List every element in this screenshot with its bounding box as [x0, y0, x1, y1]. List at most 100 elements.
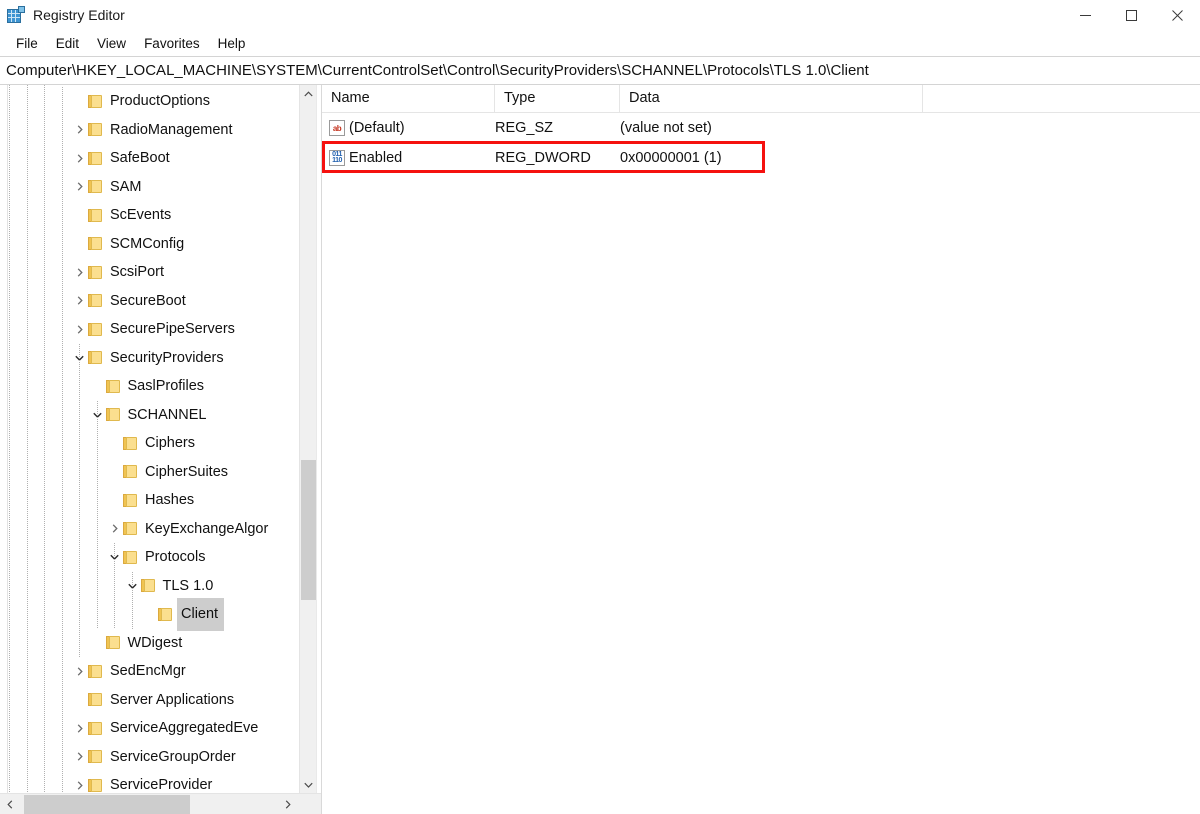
tree-item-wdigest[interactable]: WDigest	[0, 629, 321, 658]
tree-guide-line	[44, 85, 45, 793]
value-name: (Default)	[349, 120, 405, 136]
value-type-cell: REG_SZ	[495, 119, 620, 137]
scroll-down-button[interactable]	[300, 776, 316, 793]
value-data-cell: 0x00000001 (1)	[620, 149, 1200, 167]
maximize-button[interactable]	[1108, 0, 1154, 31]
tree-item-label: SaslProfiles	[128, 372, 205, 400]
minimize-button[interactable]	[1062, 0, 1108, 31]
window-controls	[1062, 0, 1200, 31]
tree-item-scmconfig[interactable]: SCMConfig	[0, 230, 321, 259]
title-bar: Registry Editor	[0, 0, 1200, 31]
tree-hscroll-thumb[interactable]	[24, 795, 190, 814]
folder-icon	[88, 208, 103, 223]
chevron-left-icon	[7, 800, 13, 809]
tree-item-ciphersuites[interactable]: CipherSuites	[0, 458, 321, 487]
dword-value-icon: 011110	[329, 150, 345, 166]
scroll-up-button[interactable]	[300, 85, 316, 102]
menu-help[interactable]: Help	[209, 33, 255, 54]
tree-item-securityproviders[interactable]: SecurityProviders	[0, 344, 321, 373]
close-button[interactable]	[1154, 0, 1200, 31]
folder-icon	[88, 778, 103, 793]
value-row[interactable]: 011110EnabledREG_DWORD 0x00000001 (1)	[322, 143, 1200, 173]
value-type-cell: REG_DWORD	[495, 149, 620, 167]
tree-item-label: SecurePipeServers	[110, 315, 235, 343]
tree-item-productoptions[interactable]: ProductOptions	[0, 87, 321, 116]
tree-item-label: ServiceGroupOrder	[110, 743, 236, 771]
value-type: REG_DWORD	[495, 150, 591, 166]
tree-item-serviceprovider[interactable]: ServiceProvider	[0, 771, 321, 793]
menu-view[interactable]: View	[88, 33, 135, 54]
registry-editor-window: Registry Editor File Edit Vi	[0, 0, 1200, 814]
tree-item-servicegrouporder[interactable]: ServiceGroupOrder	[0, 743, 321, 772]
expand-toggle[interactable]	[106, 524, 123, 533]
expand-toggle[interactable]	[71, 268, 88, 277]
tree-item-label: WDigest	[128, 629, 183, 657]
values-column-header: Name Type Data	[322, 85, 1200, 113]
main-content: ProductOptionsRadioManagementSafeBootSAM…	[0, 85, 1200, 814]
tree-item-label: Hashes	[145, 486, 194, 514]
tree-item-sedencmgr[interactable]: SedEncMgr	[0, 657, 321, 686]
tree-item-scsiport[interactable]: ScsiPort	[0, 258, 321, 287]
registry-tree-pane: ProductOptionsRadioManagementSafeBootSAM…	[0, 85, 322, 814]
menu-edit[interactable]: Edit	[47, 33, 88, 54]
expand-toggle[interactable]	[71, 154, 88, 163]
registry-values-pane: Name Type Data ab (Default) REG_SZ(value n…	[322, 85, 1200, 814]
tree-item-securepipeservers[interactable]: SecurePipeServers	[0, 315, 321, 344]
scroll-left-button[interactable]	[0, 794, 19, 814]
tree-item-protocols[interactable]: Protocols	[0, 543, 321, 572]
value-data: (value not set)	[620, 120, 712, 136]
column-header-data[interactable]: Data	[620, 85, 923, 112]
scroll-right-button[interactable]	[278, 794, 297, 814]
menu-favorites[interactable]: Favorites	[135, 33, 209, 54]
value-name-cell: 011110Enabled	[322, 150, 495, 166]
tree-item-sam[interactable]: SAM	[0, 173, 321, 202]
tree-item-secureboot[interactable]: SecureBoot	[0, 287, 321, 316]
registry-tree: ProductOptionsRadioManagementSafeBootSAM…	[0, 85, 321, 793]
tree-scroll-region: ProductOptionsRadioManagementSafeBootSAM…	[0, 85, 321, 793]
tree-item-client[interactable]: Client	[0, 600, 321, 629]
expand-toggle[interactable]	[71, 667, 88, 676]
window-title: Registry Editor	[33, 0, 125, 31]
dword-icon-glyph-bottom: 110	[332, 158, 342, 164]
expand-toggle[interactable]	[71, 296, 88, 305]
expand-toggle[interactable]	[71, 325, 88, 334]
registry-editor-icon	[7, 7, 24, 24]
chevron-right-icon	[77, 667, 83, 676]
tree-guide-line	[27, 85, 28, 793]
chevron-right-icon	[77, 724, 83, 733]
string-icon-glyph: ab	[333, 125, 341, 132]
tree-item-hashes[interactable]: Hashes	[0, 486, 321, 515]
tree-vertical-scrollbar[interactable]	[299, 85, 316, 793]
expand-toggle[interactable]	[71, 781, 88, 790]
menu-file[interactable]: File	[7, 33, 47, 54]
tree-item-label: ServiceAggregatedEve	[110, 714, 258, 742]
tree-item-radiomanagement[interactable]: RadioManagement	[0, 116, 321, 145]
tree-item-safeboot[interactable]: SafeBoot	[0, 144, 321, 173]
folder-icon	[123, 550, 138, 565]
tree-guide-line	[114, 543, 115, 629]
tree-item-schannel[interactable]: SCHANNEL	[0, 401, 321, 430]
chevron-right-icon	[77, 125, 83, 134]
tree-guide-line	[9, 85, 10, 793]
column-header-type[interactable]: Type	[495, 85, 620, 112]
column-header-name[interactable]: Name	[322, 85, 495, 112]
tree-item-label: Protocols	[145, 543, 205, 571]
tree-item-label: Ciphers	[145, 429, 195, 457]
folder-icon	[88, 749, 103, 764]
tree-scroll-thumb[interactable]	[301, 460, 316, 600]
tree-item-ciphers[interactable]: Ciphers	[0, 429, 321, 458]
expand-toggle[interactable]	[71, 182, 88, 191]
expand-toggle[interactable]	[71, 752, 88, 761]
menu-bar: File Edit View Favorites Help	[0, 31, 1200, 56]
value-row[interactable]: ab (Default) REG_SZ(value not set)	[322, 113, 1200, 143]
tree-item-keyexchangealgor[interactable]: KeyExchangeAlgor	[0, 515, 321, 544]
expand-toggle[interactable]	[71, 724, 88, 733]
address-bar[interactable]: Computer\HKEY_LOCAL_MACHINE\SYSTEM\Curre…	[0, 56, 1200, 85]
expand-toggle[interactable]	[71, 125, 88, 134]
tree-item-tls-1-0[interactable]: TLS 1.0	[0, 572, 321, 601]
tree-item-server-applications[interactable]: Server Applications	[0, 686, 321, 715]
tree-item-saslprofiles[interactable]: SaslProfiles	[0, 372, 321, 401]
tree-item-scevents[interactable]: ScEvents	[0, 201, 321, 230]
tree-horizontal-scrollbar[interactable]	[0, 793, 321, 814]
tree-item-serviceaggregatedeve[interactable]: ServiceAggregatedEve	[0, 714, 321, 743]
